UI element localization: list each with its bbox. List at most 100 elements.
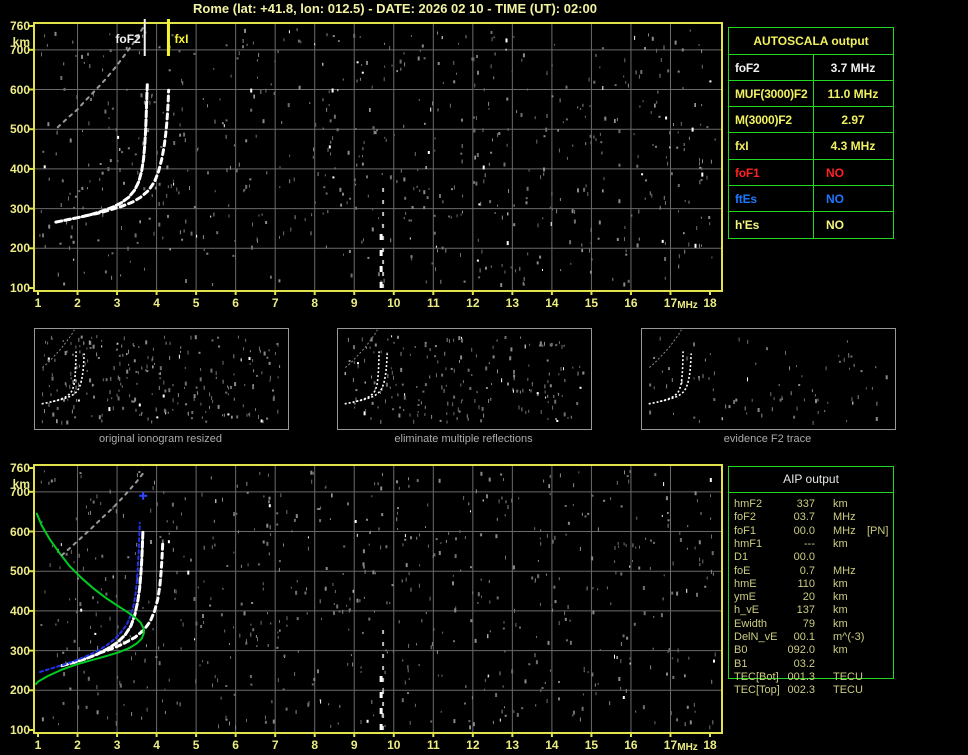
aip-row-delnve: DelN_vE 00.1 m^(-3): [729, 631, 893, 644]
thumbnail-second-hop-trace: [649, 329, 682, 368]
restored-top-point: [139, 491, 148, 500]
y-tick-label: 400: [9, 161, 30, 176]
noise-dots: [344, 335, 585, 424]
autoscala-row-muf3000f2: MUF(3000)F2 11.0 MHz: [729, 80, 893, 107]
x-tick-label: 18: [703, 738, 717, 752]
autoscala-param-value: 4.3 MHz: [830, 139, 876, 154]
x-tick-label: 16: [624, 296, 638, 310]
aip-row-hve: h_vE 137 km: [729, 604, 893, 617]
x-tick-label: 1: [34, 738, 42, 752]
thumbnail-second-hop-trace: [42, 329, 75, 368]
aip-row-tectop: TEC[Top] 002.3 TECU: [729, 684, 893, 697]
thumbnail-F2-O-trace: [344, 351, 380, 405]
aip-row-yme: ymE 20 km: [729, 591, 893, 604]
x-tick-label: 15: [584, 296, 599, 310]
x-tick-label: 9: [350, 738, 358, 752]
autoscala-param-label: h'Es: [735, 217, 760, 232]
x-tick-label: 1: [34, 296, 42, 310]
x-axis-unit-label: MHz: [677, 300, 698, 311]
aip-param-unit: TECU: [833, 670, 863, 683]
x-tick-label: 2: [74, 738, 81, 752]
aip-param-unit: km: [833, 577, 848, 590]
autoscala-param-label: foF1: [735, 165, 760, 180]
y-tick-label: 500: [9, 122, 30, 137]
y-tick-label: 600: [9, 524, 30, 539]
thumbnail-evidence-f2-trace: [641, 328, 896, 430]
aip-param-value: 00.0: [793, 551, 815, 564]
top-ionogram-border: [33, 22, 723, 292]
x-tick-label: 8: [311, 738, 319, 752]
aip-param-value: 001.3: [787, 670, 815, 683]
aip-param-value: 137: [796, 604, 815, 617]
x-tick-label: 7: [271, 296, 279, 310]
aip-row-fof2: foF2 03.7 MHz: [729, 511, 893, 524]
x-tick-label: 7: [271, 738, 279, 752]
noise-dots: [41, 335, 281, 425]
aip-table-header: AIP output: [729, 467, 893, 493]
x-tick-label: 3: [113, 738, 121, 752]
aip-output-table: AIP output hmF2 337 km foF2 03.7 MHz foF1 00.0 M…: [728, 466, 894, 696]
x-tick-label: 13: [505, 296, 520, 310]
station-title: Rome (lat: +41.8, lon: 012.5) - DATE: 20…: [193, 1, 597, 16]
aip-param-value: 002.3: [787, 684, 815, 697]
x-tick-label: 6: [232, 296, 239, 310]
autoscala-param-label: foF2: [735, 61, 760, 75]
thumbnail-eliminate-reflections: [337, 328, 592, 430]
autoscala-row-fof2: foF2 3.7 MHz: [729, 54, 893, 81]
y-tick-label: 200: [9, 241, 30, 256]
y-tick-label: 300: [9, 201, 30, 216]
thumbnail-caption: eliminate multiple reflections: [394, 433, 533, 445]
y-tick-label: 600: [9, 82, 30, 97]
autoscala-param-value: NO: [826, 217, 844, 232]
y-tick-label: 100: [9, 281, 30, 295]
aip-row-hmf2: hmF2 337 km: [729, 498, 893, 511]
y-axis-unit-label: km: [12, 477, 30, 491]
x-tick-label: 10: [387, 738, 401, 752]
x-tick-label: 18: [703, 296, 717, 310]
x-tick-label: 6: [232, 738, 239, 752]
x-tick-label: 16: [624, 738, 638, 752]
aip-row-b0: B0 092.0 km: [729, 644, 893, 657]
x-tick-label: 3: [113, 296, 121, 310]
x-tick-label: 14: [545, 738, 559, 752]
aip-param-unit: TECU: [833, 684, 863, 697]
aip-param-unit: m^(-3): [833, 631, 865, 643]
aip-param-note: [PN]: [867, 524, 889, 537]
bottom-ionogram-plot: [29, 464, 723, 737]
y-tick-label: 400: [9, 603, 30, 618]
thumbnail-caption: original ionogram resized: [99, 433, 222, 445]
autoscala-row-ftes: ftEs NO: [729, 184, 893, 212]
autoscala-row-fof1: foF1 NO: [729, 158, 893, 186]
autoscala-param-value: NO: [826, 191, 844, 206]
aip-param-unit: km: [833, 644, 848, 657]
thumbnail-original-ionogram: [34, 328, 289, 430]
aip-row-tecbot: TEC[Bot] 001.3 TECU: [729, 671, 893, 684]
aip-param-value: 03.7: [793, 511, 815, 524]
aip-param-unit: km: [833, 498, 848, 510]
aip-param-value: 00.0: [793, 524, 815, 537]
autoscala-table-header: AUTOSCALA output: [753, 34, 869, 48]
aip-row-hmf1: hmF1 --- km: [729, 538, 893, 551]
y-tick-label: 100: [9, 723, 30, 737]
y-tick-label: 300: [9, 643, 30, 658]
x-tick-label: 4: [153, 738, 160, 752]
aip-row-foe: foE 0.7 MHz: [729, 565, 893, 578]
autoscala-param-value: 11.0 MHz: [827, 87, 879, 102]
aip-param-unit: km: [833, 591, 848, 604]
aip-param-unit: km: [833, 604, 848, 617]
aip-param-value: 0.7: [799, 564, 815, 577]
aip-param-value: 092.0: [787, 644, 815, 657]
aip-param-unit: MHz: [833, 524, 856, 537]
autoscala-row-m3000f2: M(3000)F2 2.97: [729, 106, 893, 133]
aip-row-ewidth: Ewidth 79 km: [729, 618, 893, 631]
x-tick-label: 5: [192, 296, 200, 310]
aip-param-value: 337: [796, 498, 815, 510]
aip-param-unit: km: [833, 537, 848, 550]
autoscala-row-hes: h'Es NO: [729, 210, 893, 238]
x-tick-label: 11: [426, 296, 440, 310]
F2-X-trace: [97, 541, 165, 655]
F2-O-trace: [60, 528, 145, 668]
aip-row-hme: hmE 110 km: [729, 578, 893, 591]
aip-row-b1: B1 03.2: [729, 658, 893, 671]
y-tick-label: 200: [9, 683, 30, 698]
